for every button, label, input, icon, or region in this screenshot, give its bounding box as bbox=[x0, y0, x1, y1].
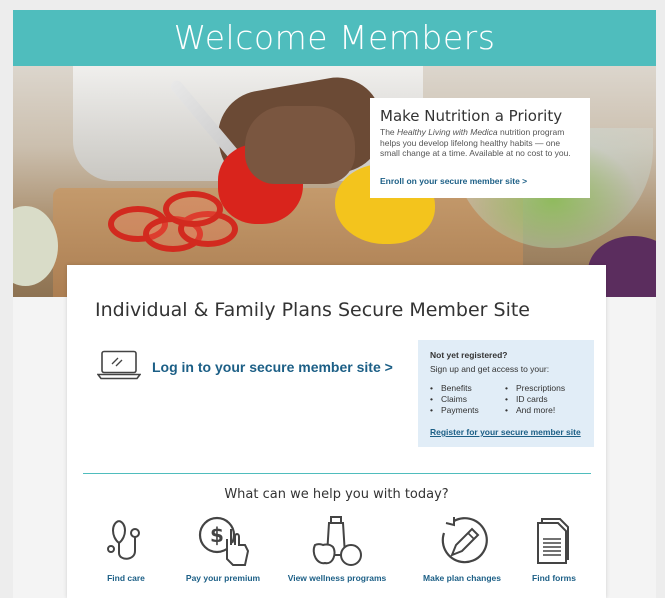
card-title: Individual & Family Plans Secure Member … bbox=[95, 299, 530, 321]
quick-link-label: Make plan changes bbox=[423, 573, 501, 583]
plan-changes-link[interactable]: Make plan changes bbox=[412, 515, 512, 585]
find-forms-link[interactable]: Find forms bbox=[504, 515, 604, 585]
section-divider bbox=[83, 473, 591, 474]
list-item: Benefits bbox=[430, 383, 472, 394]
wellness-programs-link[interactable]: View wellness programs bbox=[287, 515, 387, 585]
quick-link-label: Find care bbox=[107, 573, 145, 583]
hero-hand bbox=[245, 106, 355, 184]
hero-pepper-slice bbox=[163, 191, 223, 227]
stethoscope-icon bbox=[107, 520, 140, 560]
page-frame: Welcome Members Make Nutrition a Priorit… bbox=[13, 10, 656, 598]
list-item: ID cards bbox=[505, 394, 548, 405]
promo-title: Make Nutrition a Priority bbox=[380, 107, 563, 125]
help-title: What can we help you with today? bbox=[224, 487, 449, 502]
member-site-card: Individual & Family Plans Secure Member … bbox=[67, 265, 606, 598]
list-item: Claims bbox=[430, 394, 467, 405]
login-label: Log in to your secure member site > bbox=[152, 359, 393, 375]
wellness-icon bbox=[312, 516, 362, 566]
registration-panel: Not yet registered? Sign up and get acce… bbox=[418, 340, 594, 447]
banner-title: Welcome Members bbox=[173, 18, 496, 57]
list-item: Payments bbox=[430, 405, 479, 416]
quick-link-label: View wellness programs bbox=[287, 573, 387, 583]
documents-icon bbox=[537, 518, 569, 564]
promo-program-name: Healthy Living with Medica bbox=[397, 127, 498, 137]
registration-heading: Not yet registered? bbox=[430, 350, 508, 360]
find-care-link[interactable]: Find care bbox=[76, 515, 176, 585]
register-link[interactable]: Register for your secure member site bbox=[430, 427, 581, 437]
dollar-hand-icon: $ bbox=[198, 516, 250, 566]
list-item: Prescriptions bbox=[505, 383, 565, 394]
login-link[interactable]: Log in to your secure member site > bbox=[97, 350, 393, 386]
quick-link-label: Find forms bbox=[532, 573, 576, 583]
promo-body: The Healthy Living with Medica nutrition… bbox=[380, 127, 571, 158]
svg-text:$: $ bbox=[210, 523, 224, 547]
registration-subheading: Sign up and get access to your: bbox=[430, 364, 550, 374]
nutrition-promo-box: Make Nutrition a Priority The Healthy Li… bbox=[370, 98, 590, 198]
hero-cauliflower bbox=[13, 206, 58, 286]
welcome-banner: Welcome Members bbox=[13, 10, 656, 66]
laptop-icon bbox=[97, 350, 141, 380]
pencil-circle-icon bbox=[441, 517, 488, 564]
enroll-link[interactable]: Enroll on your secure member site > bbox=[380, 176, 527, 186]
list-item: And more! bbox=[505, 405, 555, 416]
pay-premium-link[interactable]: $ Pay your premium bbox=[173, 515, 273, 585]
quick-link-label: Pay your premium bbox=[185, 573, 261, 583]
